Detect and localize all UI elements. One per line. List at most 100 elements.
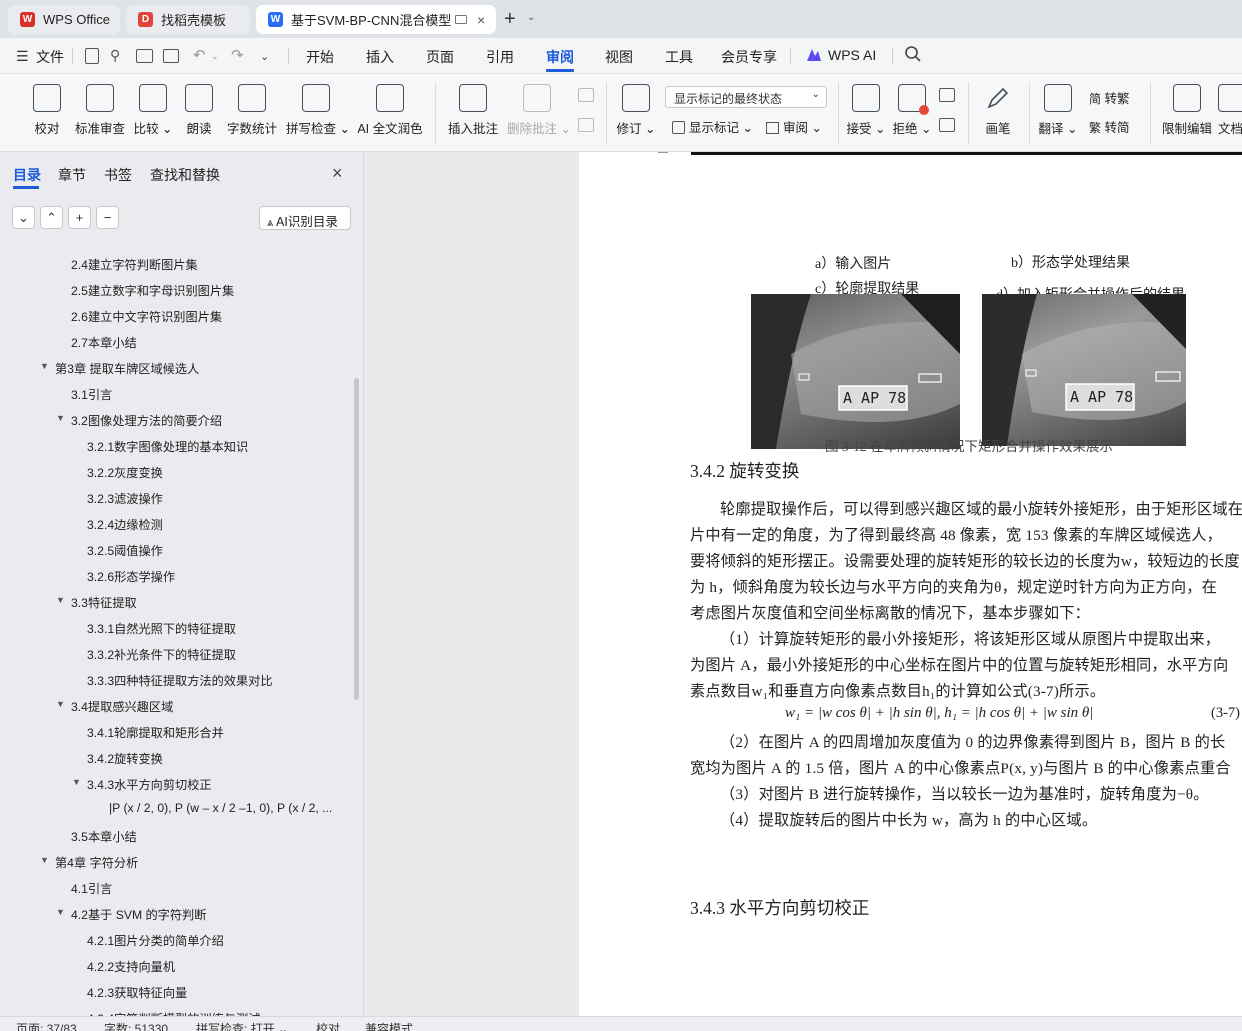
toc-item[interactable]: 3.4提取感兴趣区域 [71,697,173,715]
undo-icon[interactable]: ↶ [193,46,206,64]
next-change-icon[interactable] [939,118,955,132]
menu-start[interactable]: 开始 [306,47,334,67]
toc-item[interactable]: 3.2.5阈值操作 [87,541,163,559]
accept-button[interactable]: 接受 ⌄ [846,74,886,146]
menu-tools[interactable]: 工具 [665,47,693,67]
nav-tab-chapter[interactable]: 章节 [58,165,86,185]
ai-polish-button[interactable]: AI 全文润色 [356,74,424,146]
search-icon[interactable] [904,45,922,63]
tab-wps-office[interactable]: W WPS Office [8,5,120,34]
move-up-button[interactable]: ⌃ [40,206,63,229]
ai-toc-button[interactable]: ⩓ AI识别目录 [259,206,351,230]
toc-item[interactable]: 4.2基于 SVM 的字符判断 [71,905,206,923]
toc-item[interactable]: 4.2.4字符判断模型的训练与测试 [87,1009,260,1016]
menu-wps-ai[interactable]: WPS AI [828,47,876,63]
toc-item[interactable]: 3.2.3滤波操作 [87,489,163,507]
expand-toggle-icon[interactable]: ▼ [72,777,81,787]
toc-item[interactable]: 3.4.1轮廓提取和矩形合并 [87,723,224,741]
nav-tab-find-replace[interactable]: 查找和替换 [150,165,220,185]
menu-member[interactable]: 会员专享 [721,47,777,67]
status-word-count[interactable]: 字数: 51330 [104,1020,168,1031]
to-traditional-button[interactable]: 简 转繁 [1089,88,1130,107]
menu-view[interactable]: 视图 [605,47,633,67]
close-pane-icon[interactable]: × [332,163,343,184]
document-page[interactable]: a）输入图片 b）形态学处理结果 c）轮廓提取结果 d）加入矩形合并操作后的结果… [579,152,1242,1016]
review-pane-button[interactable]: 审阅 ⌄ [766,117,822,136]
toc-item[interactable]: 3.4.2旋转变换 [87,749,163,767]
remove-heading-button[interactable]: − [96,206,119,229]
expand-toggle-icon[interactable]: ▼ [40,855,49,865]
previous-comment-icon[interactable] [578,88,594,102]
show-markup-button[interactable]: 显示标记 ⌄ [672,117,753,136]
menu-insert[interactable]: 插入 [366,47,394,67]
save-icon[interactable] [85,48,99,64]
toc-item[interactable]: 4.2.3获取特征向量 [87,983,187,1001]
standard-review-button[interactable]: 标准审查 [74,74,126,146]
collapse-all-button[interactable]: ⌄ [12,206,35,229]
toc-item[interactable]: 2.4建立字符判断图片集 [71,255,198,273]
hamburger-icon[interactable]: ☰ [16,48,29,65]
to-simplified-button[interactable]: 繁 转简 [1089,117,1130,136]
toc-item[interactable]: 3.2图像处理方法的简要介绍 [71,411,222,429]
toc-item[interactable]: |P (x / 2, 0), P (w – x / 2 –1, 0), P (x… [109,801,332,815]
tab-template[interactable]: D 找稻壳模板 [126,5,250,34]
menu-page[interactable]: 页面 [426,47,454,67]
toc-item[interactable]: 3.4.3水平方向剪切校正 [87,775,212,793]
read-aloud-button[interactable]: 朗读 [180,74,218,146]
expand-toggle-icon[interactable]: ▼ [40,361,49,371]
print-icon[interactable] [136,49,153,63]
status-page[interactable]: 页面: 37/83 [16,1020,77,1031]
toc-item[interactable]: 第3章 提取车牌区域候选人 [55,359,199,377]
redo-icon[interactable]: ↷ [231,46,244,64]
expand-toggle-icon[interactable]: ▼ [56,907,65,917]
toc-item[interactable]: 3.1引言 [71,385,112,403]
track-changes-button[interactable]: 修订 ⌄ [616,74,656,146]
toc-item[interactable]: 3.3.1自然光照下的特征提取 [87,619,236,637]
toc-item[interactable]: 2.7本章小结 [71,333,137,351]
toc-item[interactable]: 3.3.2补光条件下的特征提取 [87,645,236,663]
delete-comment-button[interactable]: 删除批注 ⌄ [507,74,571,146]
add-heading-button[interactable]: + [68,206,91,229]
word-count-button[interactable]: 字数统计 [226,74,278,146]
tab-list-chevron-icon[interactable]: ⌄ [527,12,535,23]
menu-review[interactable]: 审阅 [546,47,574,67]
expand-toggle-icon[interactable]: ▼ [56,413,65,423]
translate-button[interactable]: 翻译 ⌄ [1036,74,1080,146]
new-tab-plus-icon[interactable]: + [504,8,516,31]
next-comment-icon[interactable] [578,118,594,132]
toc-scrollbar[interactable] [354,378,359,700]
previous-change-icon[interactable] [939,88,955,102]
print-preview-icon[interactable] [163,49,179,63]
undo-dropdown-icon[interactable]: ⌄ [211,51,219,62]
share-icon[interactable]: ⚲ [110,47,120,64]
menu-file[interactable]: 文件 [36,47,64,67]
nav-tab-toc[interactable]: 目录 [13,165,41,185]
toc-item[interactable]: 3.2.2灰度变换 [87,463,163,481]
nav-tab-bookmark[interactable]: 书签 [104,165,132,185]
toc-item[interactable]: 3.2.4边缘检测 [87,515,163,533]
toc-item[interactable]: 2.5建立数字和字母识别图片集 [71,281,234,299]
toc-item[interactable]: 第4章 字符分析 [55,853,138,871]
proofread-button[interactable]: 校对 [27,74,67,146]
document-button[interactable]: 文档 [1218,74,1242,146]
pen-button[interactable]: 画笔 [978,74,1018,146]
tab-close-icon[interactable]: × [477,12,485,28]
toc-item[interactable]: 3.3.3四种特征提取方法的效果对比 [87,671,273,689]
tab-document[interactable]: W 基于SVM-BP-CNN混合模型的 × [256,5,496,34]
toc-item[interactable]: 3.5本章小结 [71,827,137,845]
status-proofread[interactable]: 校对 [316,1020,340,1031]
toc-item[interactable]: 3.2.6形态学操作 [87,567,175,585]
toc-item[interactable]: 3.3特征提取 [71,593,137,611]
reject-button[interactable]: 拒绝 ⌄ [892,74,932,146]
more-chevron-icon[interactable]: ⌄ [260,50,269,63]
markup-state-select[interactable]: 显示标记的最终状态 ⌄ [665,86,827,108]
toc-item[interactable]: 2.6建立中文字符识别图片集 [71,307,222,325]
expand-toggle-icon[interactable]: ▼ [56,699,65,709]
toc-item[interactable]: 4.2.2支持向量机 [87,957,175,975]
toc-item[interactable]: 3.2.1数字图像处理的基本知识 [87,437,248,455]
restrict-edit-button[interactable]: 限制编辑 [1160,74,1214,146]
spell-check-button[interactable]: 拼写检查 ⌄ [286,74,350,146]
toc-item[interactable]: 4.2.1图片分类的简单介绍 [87,931,224,949]
insert-comment-button[interactable]: 插入批注 [447,74,499,146]
status-spell-check[interactable]: 拼写检查: 打开 ⌄ [196,1020,288,1031]
